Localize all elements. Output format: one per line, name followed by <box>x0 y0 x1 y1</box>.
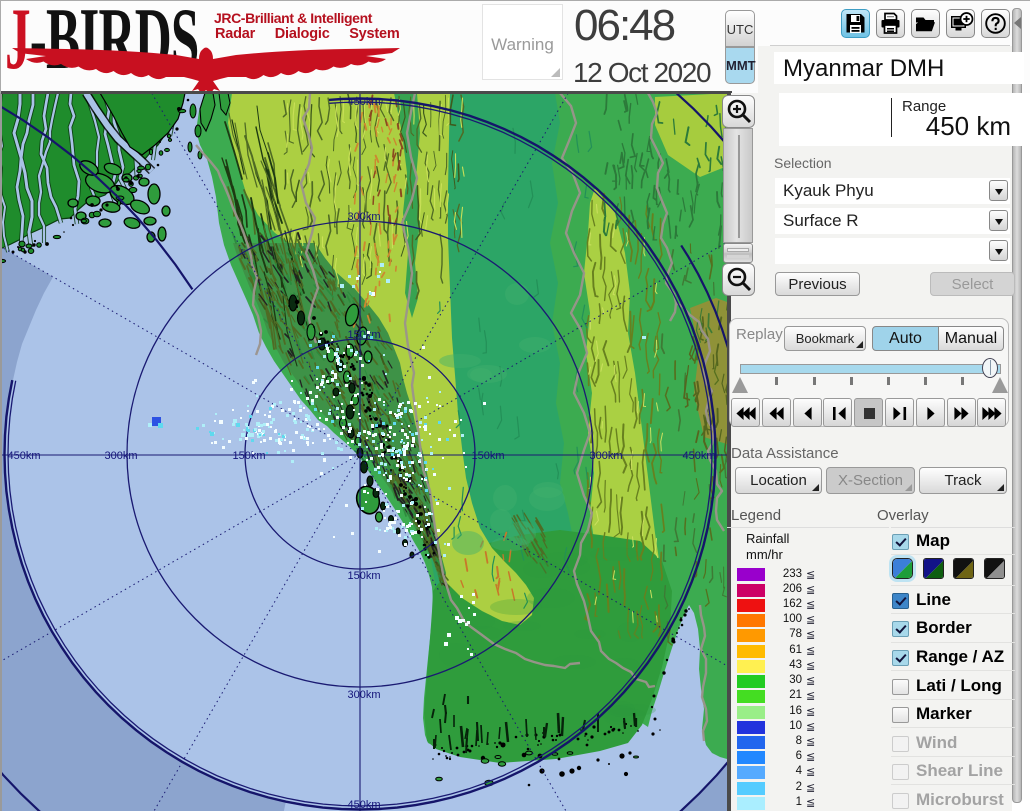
svg-text:450km: 450km <box>7 450 40 462</box>
svg-text:300km: 300km <box>347 689 380 701</box>
svg-text:150km: 150km <box>471 450 504 462</box>
svg-text:450km: 450km <box>347 799 380 811</box>
svg-text:450km: 450km <box>347 96 380 108</box>
svg-text:300km: 300km <box>589 450 622 462</box>
svg-text:300km: 300km <box>104 450 137 462</box>
svg-text:150km: 150km <box>232 450 265 462</box>
svg-text:150km: 150km <box>347 570 380 582</box>
svg-text:300km: 300km <box>347 211 380 223</box>
svg-text:450km: 450km <box>682 450 715 462</box>
